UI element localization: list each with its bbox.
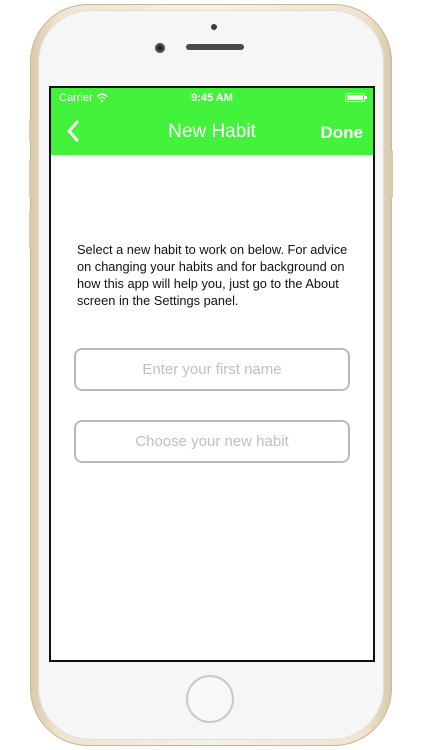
first-name-field <box>74 348 350 391</box>
earpiece-speaker <box>186 44 244 50</box>
app-screen: Carrier 9:45 AM New Habit Done Select a … <box>49 86 375 662</box>
volume-button <box>29 160 32 198</box>
habit-input[interactable] <box>76 421 348 462</box>
status-bar: Carrier 9:45 AM <box>51 88 373 108</box>
chevron-left-icon <box>67 120 79 142</box>
content-area: Select a new habit to work on below. For… <box>51 155 373 660</box>
habit-field <box>74 420 350 463</box>
front-camera-icon <box>155 43 165 53</box>
volume-button <box>29 210 32 248</box>
sensor-dot <box>211 24 217 30</box>
battery-icon <box>345 93 367 102</box>
home-button[interactable] <box>186 675 234 723</box>
instructions-text: Select a new habit to work on below. For… <box>77 242 348 308</box>
back-button[interactable] <box>59 116 87 146</box>
volume-button <box>29 120 32 142</box>
done-button[interactable]: Done <box>321 123 364 143</box>
status-time: 9:45 AM <box>191 92 233 104</box>
first-name-input[interactable] <box>76 349 348 390</box>
side-button <box>390 150 393 198</box>
page-title: New Habit <box>168 121 256 142</box>
navigation-bar: New Habit Done <box>51 108 373 155</box>
